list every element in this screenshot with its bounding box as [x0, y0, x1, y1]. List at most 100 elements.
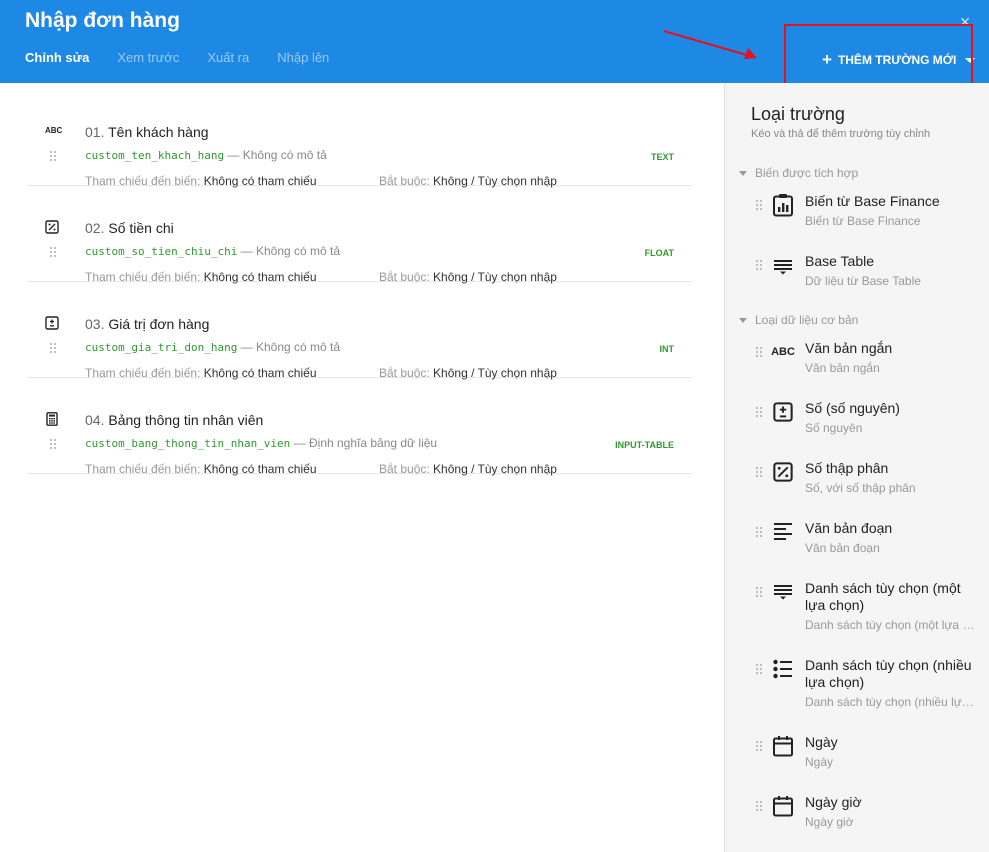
field-code: custom_gia_tri_don_hang	[85, 341, 238, 354]
item-description: Văn bản ngắn	[805, 361, 880, 375]
calendar-time-icon	[771, 794, 795, 818]
drag-handle-icon[interactable]	[49, 342, 57, 354]
field-code: custom_ten_khach_hang	[85, 149, 225, 162]
field-label: Tên khách hàng	[108, 124, 209, 140]
field-code: custom_bang_thong_tin_nhan_vien	[85, 437, 291, 450]
group-integrated-variables[interactable]: Biến được tích hợp	[739, 166, 858, 180]
field-description: — Định nghĩa bảng dữ liệu	[290, 436, 438, 450]
sidebar-item-single-select[interactable]: Danh sách tùy chọn (một lựa chọn) Danh s…	[751, 580, 989, 636]
calendar-icon	[771, 734, 795, 758]
drag-handle-icon[interactable]	[49, 150, 57, 162]
abc-icon: ABC	[45, 126, 63, 135]
tab-bar: Chỉnh sửa Xem trước Xuất ra Nhập lên	[25, 50, 357, 65]
field-name: 03. Giá trị đơn hàng	[85, 316, 209, 332]
item-name: Base Table	[805, 253, 875, 269]
item-description: Danh sách tùy chọn (nhiều lựa chọn)	[805, 695, 975, 709]
field-reference: Tham chiếu đến biến: Không có tham chiếu	[85, 462, 317, 476]
tab-preview[interactable]: Xem trước	[117, 50, 179, 65]
field-number: 01.	[85, 124, 105, 140]
sidebar-item-integer[interactable]: Số (số nguyên) Số nguyên	[751, 400, 989, 440]
close-icon[interactable]: ×	[957, 13, 973, 31]
field-type-badge: INPUT-TABLE	[615, 440, 674, 450]
field-type-badge: INT	[659, 344, 675, 354]
item-name: Văn bản đoạn	[805, 520, 893, 536]
reference-value: Không có tham chiếu	[203, 462, 317, 476]
field-description: — Không có mô tả	[224, 148, 327, 162]
item-description: Văn bản đoạn	[805, 541, 880, 555]
field-number: 02.	[85, 220, 105, 236]
field-list: ABC 01. Tên khách hàng custom_ten_khach_…	[0, 83, 724, 852]
field-code-line: custom_bang_thong_tin_nhan_vien — Định n…	[85, 436, 437, 450]
field-label: Số tiền chi	[108, 220, 174, 236]
plus-minus-icon	[771, 400, 795, 424]
drag-handle-icon[interactable]	[49, 246, 57, 258]
item-name: Danh sách tùy chọn (nhiều lựa chọn)	[805, 657, 972, 690]
field-code-line: custom_ten_khach_hang — Không có mô tả	[85, 148, 327, 162]
field-code: custom_so_tien_chiu_chi	[85, 245, 238, 258]
field-type-badge: FLOAT	[644, 248, 674, 258]
sidebar-item-date[interactable]: Ngày Ngày	[751, 734, 989, 774]
drag-handle-icon[interactable]	[755, 259, 763, 271]
add-field-label: THÊM TRƯỜNG MỚI	[837, 53, 957, 67]
drag-handle-icon[interactable]	[755, 346, 763, 358]
multi-select-icon	[771, 657, 795, 681]
sidebar-item-multi-select[interactable]: Danh sách tùy chọn (nhiều lựa chọn) Danh…	[751, 657, 989, 713]
percent-icon	[45, 220, 59, 234]
calculator-icon	[46, 412, 58, 426]
item-description: Ngày	[805, 755, 834, 769]
field-row[interactable]: 04. Bảng thông tin nhân viên custom_bang…	[27, 378, 692, 476]
item-description: Dữ liệu từ Base Table	[805, 274, 921, 288]
item-name: Biến từ Base Finance	[805, 193, 940, 209]
percent-icon	[771, 460, 795, 484]
abc-icon: ABC	[771, 346, 795, 358]
group-basic-data-types[interactable]: Loại dữ liệu cơ bản	[739, 313, 858, 327]
item-description: Danh sách tùy chọn (một lựa chọn)	[805, 618, 975, 632]
field-types-sidebar: Loại trường Kéo và thả để thêm trường tù…	[724, 83, 989, 852]
field-label: Bảng thông tin nhân viên	[108, 412, 264, 428]
drag-handle-icon[interactable]	[755, 740, 763, 752]
add-field-button[interactable]: + THÊM TRƯỜNG MỚI	[822, 51, 976, 68]
sidebar-item-base-table[interactable]: Base Table Dữ liệu từ Base Table	[751, 253, 989, 293]
caret-down-icon	[739, 317, 747, 323]
tab-export[interactable]: Xuất ra	[207, 50, 249, 65]
field-code-line: custom_so_tien_chiu_chi — Không có mô tả	[85, 244, 340, 258]
drag-handle-icon[interactable]	[755, 586, 763, 598]
single-select-icon	[771, 580, 795, 604]
field-required: Bắt buộc: Không / Tùy chọn nhập	[379, 462, 557, 476]
sidebar-subtitle: Kéo và thả để thêm trường tùy chỉnh	[751, 128, 931, 140]
field-type-badge: TEXT	[650, 152, 674, 162]
item-name: Văn bản ngắn	[805, 340, 893, 356]
field-number: 03.	[85, 316, 105, 332]
item-name: Số thập phân	[805, 460, 889, 476]
tab-edit[interactable]: Chỉnh sửa	[25, 50, 89, 65]
field-number: 04.	[85, 412, 105, 428]
tab-import[interactable]: Nhập lên	[277, 50, 329, 65]
drag-handle-icon[interactable]	[755, 406, 763, 418]
drag-handle-icon[interactable]	[755, 800, 763, 812]
field-name: 02. Số tiền chi	[85, 220, 174, 236]
sidebar-item-decimal[interactable]: Số thập phân Số, với số thập phân	[751, 460, 989, 500]
page-title: Nhập đơn hàng	[25, 9, 180, 32]
field-description: — Không có mô tả	[237, 340, 341, 354]
drag-handle-icon[interactable]	[755, 526, 763, 538]
field-description: — Không có mô tả	[237, 244, 341, 258]
app-header: Nhập đơn hàng Chỉnh sửa Xem trước Xuất r…	[0, 0, 989, 83]
drag-handle-icon[interactable]	[755, 466, 763, 478]
paragraph-icon	[771, 520, 795, 544]
field-row[interactable]: 03. Giá trị đơn hàng custom_gia_tri_don_…	[27, 282, 692, 380]
caret-down-icon[interactable]	[965, 57, 976, 63]
sidebar-item-short-text[interactable]: ABC Văn bản ngắn Văn bản ngắn	[751, 340, 989, 380]
sidebar-item-datetime[interactable]: Ngày giờ Ngày giờ	[751, 794, 989, 834]
drag-handle-icon[interactable]	[49, 438, 57, 450]
drag-handle-icon[interactable]	[755, 199, 763, 211]
group-label: Biến được tích hợp	[755, 166, 859, 180]
item-name: Ngày	[805, 734, 838, 750]
required-label: Bắt buộc:	[379, 462, 430, 476]
field-row[interactable]: ABC 01. Tên khách hàng custom_ten_khach_…	[27, 90, 692, 188]
field-name: 01. Tên khách hàng	[85, 124, 209, 140]
sidebar-item-base-finance[interactable]: Biến từ Base Finance Biến từ Base Financ…	[751, 193, 989, 233]
sidebar-item-paragraph[interactable]: Văn bản đoạn Văn bản đoạn	[751, 520, 989, 560]
drag-handle-icon[interactable]	[755, 663, 763, 675]
field-row[interactable]: 02. Số tiền chi custom_so_tien_chiu_chi …	[27, 186, 692, 284]
sidebar-title: Loại trường	[751, 104, 845, 124]
